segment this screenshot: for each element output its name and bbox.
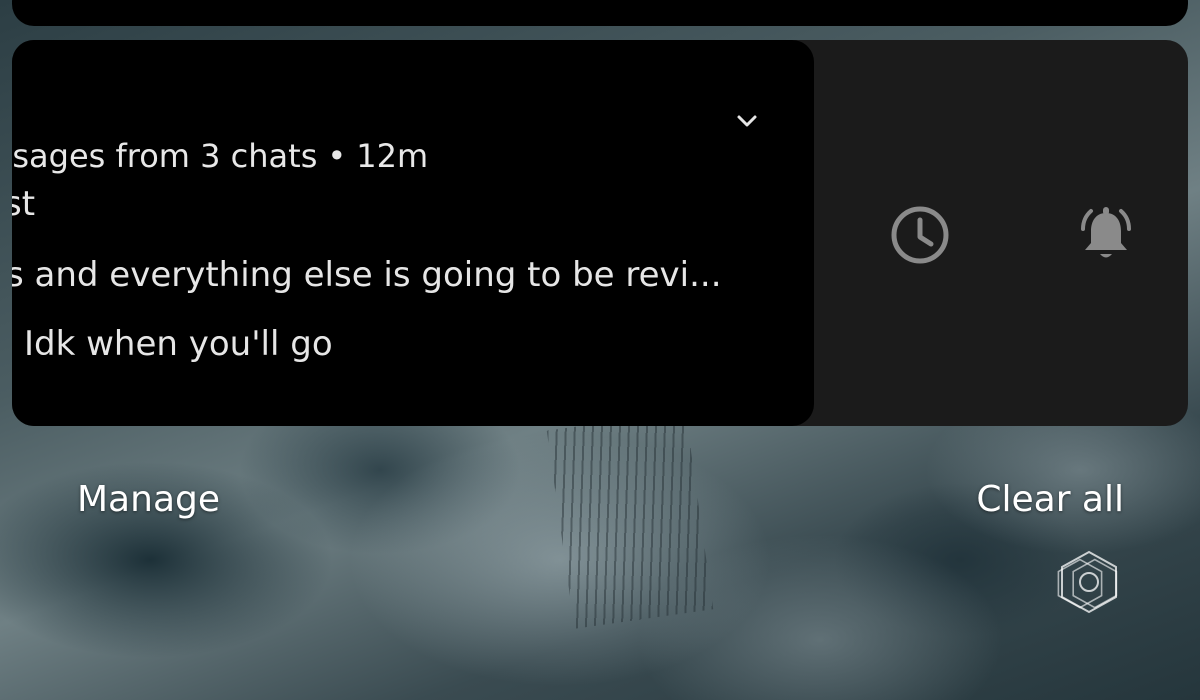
wallpaper-texture	[546, 411, 714, 629]
notification-summary: essages from 3 chats	[12, 137, 318, 175]
message-line: Idk when you'll go	[24, 324, 333, 364]
hexagon-logo-icon	[1057, 550, 1118, 614]
manage-button[interactable]: Manage	[77, 482, 220, 518]
message-line: s and everything else is going to be rev…	[12, 255, 722, 295]
header-separator: •	[327, 137, 347, 175]
notification-time: 12m	[356, 137, 429, 175]
clear-all-button[interactable]: Clear all	[976, 482, 1124, 518]
chevron-down-icon[interactable]	[734, 108, 760, 134]
clock-icon[interactable]	[888, 203, 952, 267]
notification-header: essages from 3 chats•12m	[12, 140, 428, 172]
bell-icon[interactable]	[1074, 203, 1138, 267]
previous-notification-card[interactable]	[12, 0, 1188, 26]
messages-notification-card[interactable]: essages from 3 chats•12m st s and everyt…	[12, 40, 814, 426]
message-line: st	[12, 184, 36, 224]
notification-shade: essages from 3 chats•12m st s and everyt…	[0, 0, 1200, 700]
